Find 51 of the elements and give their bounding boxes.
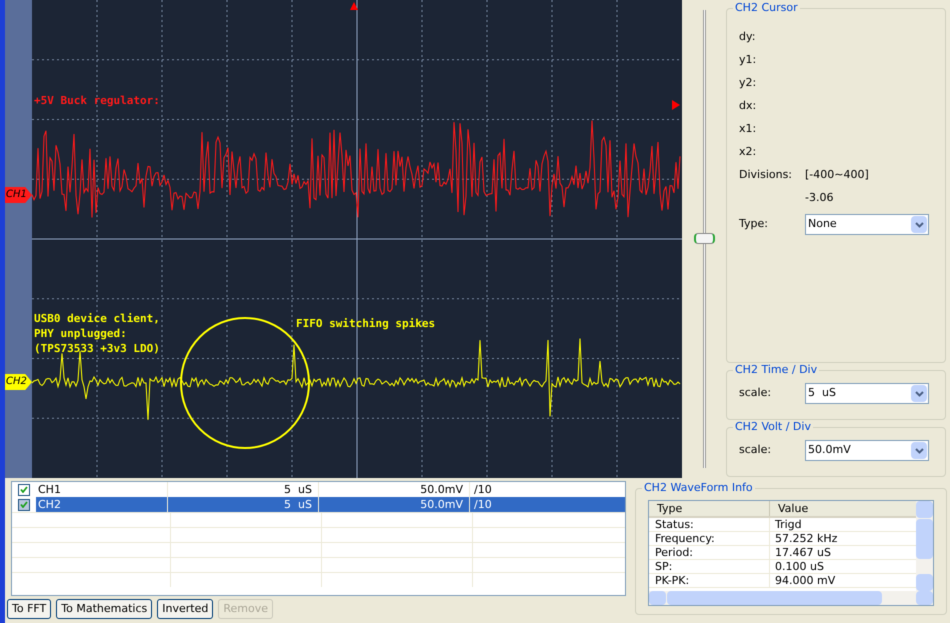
trace-annotation: USB0 device client, PHY unplugged: (TPS73533 +3v3 LDO)	[34, 311, 160, 356]
info-type-cell: SP:	[649, 560, 770, 573]
column-header[interactable]: Type	[649, 501, 770, 516]
volt-cell: 50.0mV	[319, 497, 470, 512]
column-header[interactable]: Value	[770, 501, 916, 516]
chevron-down-icon	[911, 385, 927, 402]
scale-label: scale:	[739, 385, 772, 402]
dropdown[interactable]: 5 uS	[805, 383, 929, 404]
info-value-cell-text: 17.467 uS	[774, 546, 832, 559]
checkbox[interactable]	[18, 498, 30, 510]
trigger-level-icon	[672, 100, 680, 110]
offset-slider-thumb[interactable]	[694, 233, 714, 244]
cursor-field-label: y2:	[739, 76, 758, 90]
type-label: Type:	[739, 216, 769, 232]
chevron-down-icon	[911, 216, 927, 233]
divisions-label: Divisions:	[739, 168, 794, 182]
cursor-field-label: y1:	[739, 53, 758, 67]
info-value-cell-text: Trigd	[774, 518, 803, 531]
action-button[interactable]: To FFT	[7, 599, 52, 619]
probe-cell-text: /10	[473, 482, 493, 497]
cursor-field-label: dy:	[739, 30, 756, 44]
probe-cell-text: /10	[473, 497, 493, 512]
info-value-cell-text: 57.252 kHz	[774, 532, 838, 545]
horizontal-scrollbar[interactable]	[649, 591, 933, 605]
checkbox[interactable]	[18, 484, 30, 496]
cursor-field-label: x1:	[739, 122, 758, 136]
cursor-field-label: dx:	[739, 99, 758, 113]
dropdown[interactable]: 50.0mV	[805, 440, 929, 461]
info-type-cell: PK-PK:	[649, 574, 770, 587]
chevron-down-icon	[911, 442, 927, 459]
time-cell: 5 uS	[168, 497, 319, 512]
action-button[interactable]: Inverted	[157, 599, 214, 619]
trigger-arrow-icon	[350, 2, 358, 10]
trace-annotation: +5V Buck regulator:	[34, 93, 160, 108]
divisions-value: -3.06	[805, 191, 834, 205]
info-value-cell-text: 0.100 uS	[774, 560, 825, 573]
cursor-field-label: x2:	[739, 145, 758, 159]
scale-label: scale:	[739, 442, 772, 458]
info-value-cell-text: 94.000 mV	[774, 574, 836, 587]
channel-marker[interactable]: CH2	[5, 374, 32, 390]
group-title: CH2 Volt / Div	[733, 420, 813, 434]
channel-marker[interactable]: CH1	[5, 187, 32, 203]
info-type-cell: Frequency:	[649, 532, 770, 545]
group-title: CH2 Time / Div	[733, 363, 820, 377]
info-type-cell: Period:	[649, 546, 770, 559]
dropdown[interactable]: None	[805, 214, 929, 235]
vertical-scrollbar[interactable]	[916, 501, 933, 592]
action-button[interactable]: To Mathematics	[56, 599, 152, 619]
channel-name: CH2	[36, 497, 168, 512]
info-type-cell: Status:	[649, 518, 770, 531]
divisions-range: [-400~400]	[805, 168, 869, 182]
